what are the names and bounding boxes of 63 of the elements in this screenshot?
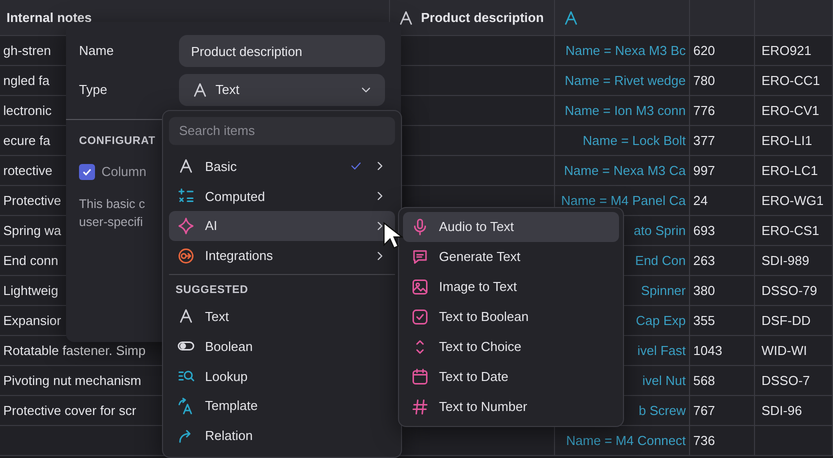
hash-icon: [411, 398, 429, 416]
table-cell: DSSO-79: [755, 276, 833, 306]
table-cell: 776: [690, 96, 755, 126]
table-cell: 355: [690, 306, 755, 336]
table-cell: ERO-WG1: [755, 186, 833, 216]
table-cell: 377: [690, 126, 755, 156]
column-header[interactable]: [755, 0, 833, 36]
table-cell: WID-WI: [755, 336, 833, 366]
table-cell: 736: [690, 426, 755, 456]
table-cell: 263: [690, 246, 755, 276]
field-label: Type: [79, 80, 108, 99]
image-icon: [411, 278, 429, 296]
table-cell: 767: [690, 396, 755, 426]
menu-item[interactable]: Audio to Text: [403, 212, 619, 242]
lookup-cell: Name = Nexa M3 Ca: [555, 156, 690, 186]
table-cell: 997: [690, 156, 755, 186]
section-heading: CONFIGURAT: [79, 134, 156, 148]
lookup-cell: Name = Nexa M3 Bc: [555, 36, 690, 66]
description-text: This basic c: [79, 196, 145, 212]
table-cell: ERO921: [755, 36, 833, 66]
table-cell: DSSO-7: [755, 366, 833, 396]
menu-item[interactable]: AI: [169, 211, 395, 242]
sparkle-icon: [177, 217, 195, 236]
table-cell: DSF-DD: [755, 306, 833, 336]
checkbox-icon: [411, 308, 429, 326]
table-cell: 1043: [690, 336, 755, 366]
type-select[interactable]: Text: [179, 74, 385, 106]
lookup-cell: Name = Rivet wedge: [555, 66, 690, 96]
checkbox[interactable]: [79, 164, 95, 180]
table-cell: SDI-989: [755, 246, 833, 276]
table-cell: 620: [690, 36, 755, 66]
chat-bubble-icon: [411, 248, 429, 266]
table-cell: ERO-LC1: [755, 156, 833, 186]
table-cell: ERO-LI1: [755, 126, 833, 156]
mouse-pointer-icon: [383, 222, 403, 250]
column-header[interactable]: [690, 0, 755, 36]
table-cell: ERO-CV1: [755, 96, 833, 126]
table-cell: ERO-CC1: [755, 66, 833, 96]
checkbox-label: Column: [102, 163, 146, 181]
table-cell: 24: [690, 186, 755, 216]
table-cell: 780: [690, 66, 755, 96]
section-heading: SUGGESTED: [174, 282, 250, 298]
description-text: user-specifi: [79, 214, 143, 230]
linked-circles-icon: [177, 247, 195, 266]
field-label: Name: [79, 42, 115, 60]
column-header[interactable]: Product description: [390, 0, 555, 36]
lookup-cell: Name = Lock Bolt: [555, 126, 690, 156]
table-cell: 380: [690, 276, 755, 306]
lookup-cell: Name = Ion M3 conn: [555, 96, 690, 126]
calendar-icon: [411, 368, 429, 386]
column-header[interactable]: [555, 0, 690, 36]
table-cell: 693: [690, 216, 755, 246]
lookup-cell: Name = M4 Connect: [555, 426, 690, 456]
table-cell: SDI-96: [755, 396, 833, 426]
table-cell: ERO-CS1: [755, 216, 833, 246]
text-type-icon: [177, 307, 195, 326]
table-cell: 568: [690, 366, 755, 396]
search-field[interactable]: Search items: [169, 117, 395, 145]
microphone-icon: [411, 218, 429, 236]
text-type-icon: [191, 80, 209, 98]
name-field[interactable]: Product description: [179, 35, 385, 67]
arrow-letter-icon: [177, 397, 195, 416]
text-type-icon: [177, 157, 195, 176]
